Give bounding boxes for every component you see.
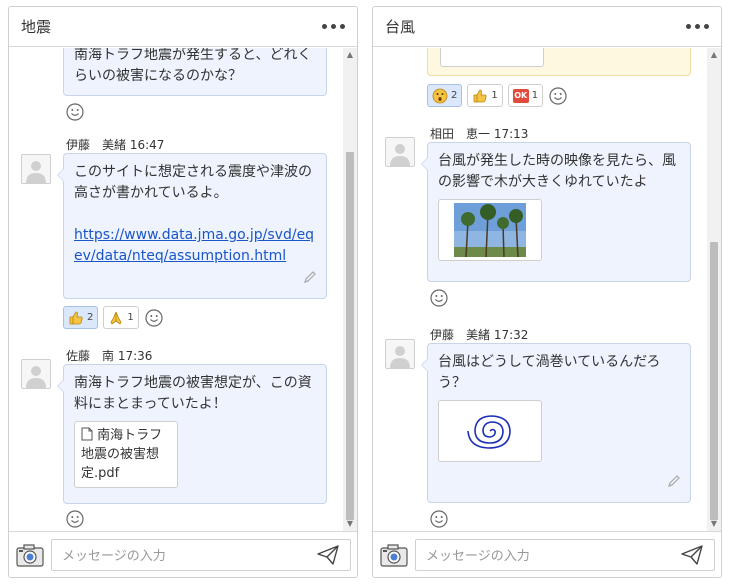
scroll-up-arrow-icon[interactable]: ▲ — [707, 48, 721, 62]
reaction-count: 1 — [127, 312, 134, 323]
scrollbar[interactable]: ▲ ▼ — [707, 48, 721, 531]
add-reaction-icon[interactable] — [144, 308, 164, 328]
reaction-count: 2 — [87, 312, 94, 323]
message-meta: 伊藤 美緒 16:47 — [66, 136, 164, 153]
edit-pencil-icon[interactable] — [666, 473, 682, 496]
camera-icon[interactable] — [379, 540, 409, 570]
reaction-count: 1 — [531, 90, 539, 101]
channel-panel-earthquake: 地震 南海トラフ地震が発生すると、どれくらいの被害になるのかな？ 伊藤 美緒 1… — [8, 6, 358, 578]
reaction-row — [429, 509, 449, 529]
message-bubble: 南海トラフ地震の被害想定が、この資料にまとまっていたよ！ 南海トラフ地震の被害想… — [57, 364, 327, 504]
reaction-thumbs-up[interactable]: 1 — [467, 84, 503, 107]
message-meta: 相田 恵一 17:13 — [430, 125, 528, 142]
channel-panel-typhoon: 台風 2 1 OK 1 相田 恵一 17:13 台風が発生した時の映像を見たら、… — [372, 6, 722, 578]
message-bubble — [427, 48, 691, 76]
composer-bar: メッセージの入力 — [9, 531, 357, 577]
reaction-row — [65, 509, 85, 529]
channel-title: 地震 — [21, 18, 52, 36]
reaction-thumbs-up[interactable]: 2 — [63, 306, 99, 329]
reaction-row: 2 1 OK 1 — [427, 84, 568, 107]
message-bubble: 台風はどうして渦巻いているんだろう？ — [421, 343, 691, 503]
message-input-placeholder: メッセージの入力 — [426, 549, 530, 564]
add-reaction-icon[interactable] — [65, 509, 85, 529]
scroll-thumb[interactable] — [710, 242, 718, 520]
image-attachment[interactable] — [440, 48, 544, 67]
message-input-placeholder: メッセージの入力 — [62, 549, 166, 564]
send-icon[interactable] — [680, 543, 704, 567]
channel-header: 台風 — [373, 7, 721, 47]
reaction-row: 2 1 — [63, 306, 164, 329]
scrollbar[interactable]: ▲ ▼ — [343, 48, 357, 531]
message-text: 南海トラフ地震の被害想定が、この資料にまとまっていたよ！ — [74, 375, 312, 412]
thumbs-up-icon — [473, 89, 487, 102]
message-input[interactable]: メッセージの入力 — [51, 538, 351, 571]
reaction-surprised-face[interactable]: 2 — [427, 84, 463, 107]
add-reaction-icon[interactable] — [429, 509, 449, 529]
reaction-row — [65, 102, 85, 122]
image-attachment[interactable] — [438, 199, 542, 261]
author-name: 伊藤 美緒 — [430, 328, 491, 342]
message-time: 17:13 — [493, 127, 529, 141]
message-input[interactable]: メッセージの入力 — [415, 538, 715, 571]
message-time: 17:32 — [493, 328, 529, 342]
author-name: 相田 恵一 — [430, 127, 491, 141]
message-meta: 伊藤 美緒 17:32 — [430, 326, 528, 343]
file-attachment[interactable]: 南海トラフ地震の被害想定.pdf — [74, 421, 178, 488]
thumbs-up-icon — [69, 311, 83, 324]
scroll-up-arrow-icon[interactable]: ▲ — [343, 48, 357, 62]
scroll-down-arrow-icon[interactable]: ▼ — [707, 517, 721, 531]
message-link[interactable]: https://www.data.jma.go.jp/svd/eqev/data… — [74, 227, 314, 264]
reaction-praying-hands[interactable]: 1 — [103, 306, 139, 329]
send-icon[interactable] — [316, 543, 340, 567]
reaction-count: 1 — [491, 90, 498, 101]
avatar[interactable] — [21, 154, 51, 184]
message-feed: 南海トラフ地震が発生すると、どれくらいの被害になるのかな？ 伊藤 美緒 16:4… — [9, 48, 343, 531]
add-reaction-icon[interactable] — [429, 288, 449, 308]
scroll-down-arrow-icon[interactable]: ▼ — [343, 517, 357, 531]
message-text: 台風が発生した時の映像を見たら、風の影響で木が大きくゆれていたよ — [438, 153, 676, 190]
reaction-ok[interactable]: OK 1 — [507, 84, 544, 107]
ok-label: OK — [514, 91, 528, 100]
image-attachment[interactable] — [438, 400, 542, 462]
spiral-drawing — [467, 415, 511, 449]
message-meta: 佐藤 南 17:36 — [66, 347, 152, 364]
ok-button-icon: OK — [512, 88, 529, 103]
add-reaction-icon[interactable] — [65, 102, 85, 122]
author-name: 伊藤 美緒 — [66, 138, 127, 152]
camera-icon[interactable] — [15, 540, 45, 570]
channel-title: 台風 — [385, 18, 416, 36]
scroll-thumb[interactable] — [346, 152, 354, 520]
message-text: 台風はどうして渦巻いているんだろう？ — [438, 354, 661, 391]
message-bubble: このサイトに想定される震度や津波の高さが書かれているよ。 https://www… — [57, 153, 327, 299]
avatar[interactable] — [385, 339, 415, 369]
file-icon — [81, 427, 93, 441]
palm-trees-photo — [454, 203, 526, 257]
more-options-icon[interactable] — [686, 24, 709, 29]
author-name: 佐藤 南 — [66, 349, 115, 363]
message-feed: 2 1 OK 1 相田 恵一 17:13 台風が発生した時の映像を見たら、風の影… — [373, 48, 707, 531]
reaction-row — [429, 288, 449, 308]
message-text: このサイトに想定される震度や津波の高さが書かれているよ。 — [74, 164, 312, 201]
file-name: 南海トラフ地震の被害想定.pdf — [81, 428, 163, 481]
composer-bar: メッセージの入力 — [373, 531, 721, 577]
message-bubble: 台風が発生した時の映像を見たら、風の影響で木が大きくゆれていたよ — [421, 142, 691, 282]
surprised-face-icon — [432, 88, 448, 103]
message-time: 16:47 — [129, 138, 165, 152]
avatar[interactable] — [385, 137, 415, 167]
message-text: 南海トラフ地震が発生すると、どれくらいの被害になるのかな？ — [74, 48, 312, 84]
edit-pencil-icon[interactable] — [302, 269, 318, 292]
more-options-icon[interactable] — [322, 24, 345, 29]
praying-hands-icon — [110, 311, 122, 325]
reaction-count: 2 — [451, 90, 458, 101]
message-time: 17:36 — [117, 349, 153, 363]
add-reaction-icon[interactable] — [548, 86, 568, 106]
channel-header: 地震 — [9, 7, 357, 47]
avatar[interactable] — [21, 359, 51, 389]
message-bubble: 南海トラフ地震が発生すると、どれくらいの被害になるのかな？ — [63, 48, 327, 96]
